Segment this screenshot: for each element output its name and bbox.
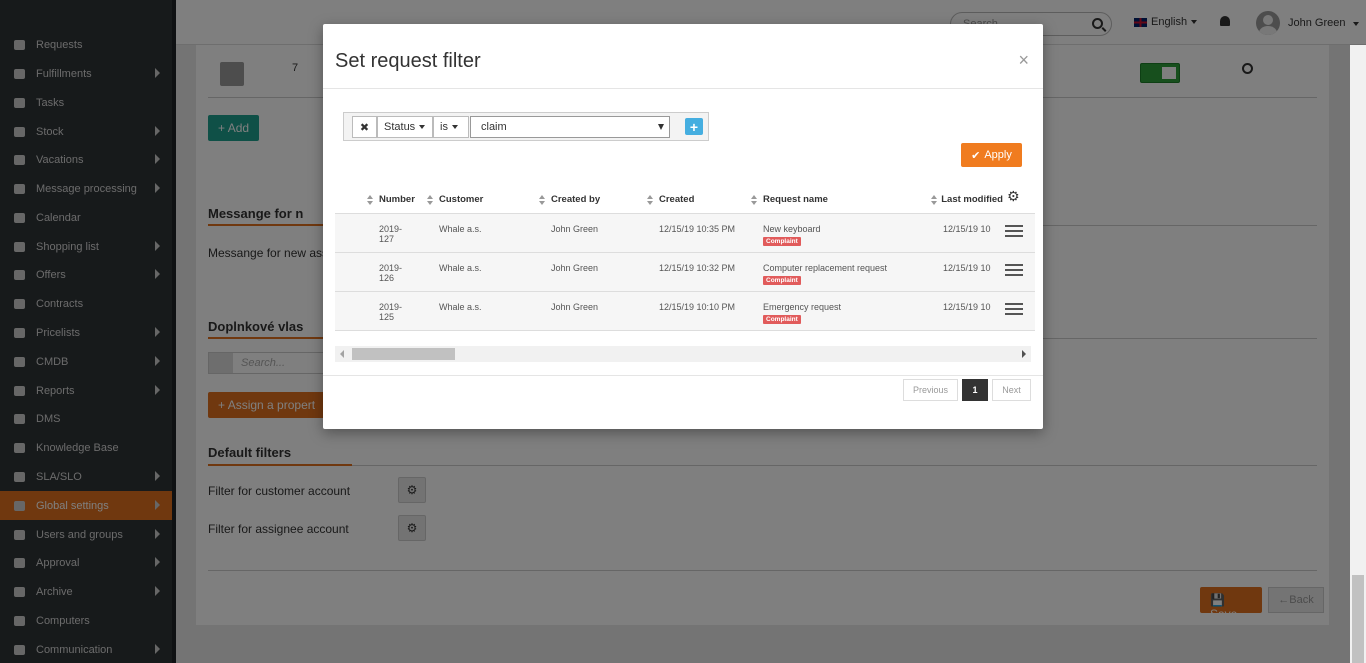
column-header-label: Number <box>379 194 415 205</box>
apply-button[interactable]: ✔ Apply <box>961 143 1022 167</box>
value-select-label: claim <box>481 121 507 133</box>
cell-number: 2019- 126 <box>379 263 402 283</box>
cell-created-by: John Green <box>551 263 599 273</box>
operator-dropdown-label: is <box>440 121 448 133</box>
scrollbar-thumb[interactable] <box>352 348 455 360</box>
cell-request-name: Emergency request Complaint <box>763 302 841 324</box>
column-header-created[interactable]: Created <box>647 194 694 205</box>
cell-last-modified: 12/15/19 10 <box>943 302 991 312</box>
chevron-down-icon <box>419 125 426 129</box>
row-menu-icon[interactable] <box>1005 264 1023 276</box>
cell-last-modified: 12/15/19 10 <box>943 263 991 273</box>
number-line: 2019- <box>379 224 403 234</box>
column-header-last-modified[interactable]: Last modified <box>931 194 1003 205</box>
column-settings-gear-icon[interactable]: ⚙ <box>1007 188 1020 205</box>
set-request-filter-modal: Set request filter × ✖ Status is claim +… <box>323 24 1043 429</box>
row-menu-icon[interactable] <box>1005 303 1023 315</box>
modal-title: Set request filter <box>335 50 481 72</box>
filter-condition-row: ✖ Status is claim <box>343 112 709 141</box>
scroll-left-icon[interactable] <box>340 350 344 358</box>
cell-customer: Whale a.s. <box>439 263 482 273</box>
row-menu-icon[interactable] <box>1005 225 1023 237</box>
number-line: 2019- <box>379 263 403 273</box>
field-dropdown-label: Status <box>384 121 416 133</box>
number-line: 125 <box>379 312 395 322</box>
modal-divider <box>323 88 1043 89</box>
column-header-customer[interactable]: Customer <box>427 194 483 205</box>
cell-number: 2019- 127 <box>379 224 402 244</box>
cell-request-name: New keyboard Complaint <box>763 224 821 246</box>
chevron-down-icon <box>658 124 664 130</box>
vertical-scrollbar[interactable] <box>1350 45 1366 663</box>
request-name: Computer replacement request <box>763 263 888 273</box>
chevron-down-icon <box>451 125 458 129</box>
apply-button-label: Apply <box>984 149 1012 161</box>
field-dropdown[interactable]: Status <box>377 116 433 138</box>
status-badge: Complaint <box>763 315 801 324</box>
cell-customer: Whale a.s. <box>439 224 482 234</box>
table-row[interactable]: 2019- 125 Whale a.s. John Green 12/15/19 … <box>335 292 1035 331</box>
column-header-label: Last modified <box>941 194 1003 205</box>
number-line: 126 <box>379 273 395 283</box>
column-header-label: Request name <box>763 194 828 205</box>
column-header-number[interactable]: Number <box>367 194 415 205</box>
number-line: 2019- <box>379 302 403 312</box>
column-header-created-by[interactable]: Created by <box>539 194 600 205</box>
cell-created-by: John Green <box>551 224 599 234</box>
cell-number: 2019- 125 <box>379 302 402 322</box>
table-row[interactable]: 2019- 126 Whale a.s. John Green 12/15/19 … <box>335 253 1035 292</box>
value-select[interactable]: claim <box>470 116 670 138</box>
column-header-label: Created <box>659 194 695 205</box>
cell-created: 12/15/19 10:35 PM <box>659 224 736 234</box>
cell-created: 12/15/19 10:10 PM <box>659 302 736 312</box>
operator-dropdown[interactable]: is <box>433 116 469 138</box>
scrollbar-thumb[interactable] <box>1352 575 1364 663</box>
horizontal-scrollbar[interactable] <box>335 346 1031 362</box>
number-line: 127 <box>379 234 395 244</box>
cell-request-name: Computer replacement request Complaint <box>763 263 887 285</box>
modal-footer-divider <box>323 375 1043 376</box>
column-header-label: Created by <box>551 194 601 205</box>
close-icon[interactable]: × <box>1018 50 1029 71</box>
pagination-previous[interactable]: Previous <box>903 379 958 401</box>
sort-icon <box>931 194 938 205</box>
cell-created: 12/15/19 10:32 PM <box>659 263 736 273</box>
status-badge: Complaint <box>763 237 801 246</box>
plus-icon: + <box>689 118 699 135</box>
cell-customer: Whale a.s. <box>439 302 482 312</box>
sort-icon <box>751 194 757 205</box>
cell-created-by: John Green <box>551 302 599 312</box>
sort-icon <box>647 194 653 205</box>
table-row[interactable]: 2019- 127 Whale a.s. John Green 12/15/19 … <box>335 214 1035 253</box>
status-badge: Complaint <box>763 276 801 285</box>
add-condition-button[interactable]: + <box>685 118 703 135</box>
column-header-label: Customer <box>439 194 484 205</box>
pagination-next[interactable]: Next <box>992 379 1031 401</box>
pagination-page-1[interactable]: 1 <box>962 379 988 401</box>
check-icon: ✔ <box>971 149 981 162</box>
sort-icon <box>427 194 433 205</box>
column-header-request-name[interactable]: Request name <box>751 194 828 205</box>
remove-condition-button[interactable]: ✖ <box>352 116 377 138</box>
request-name: Emergency request <box>763 302 842 312</box>
close-icon: ✖ <box>359 121 370 134</box>
sort-icon <box>367 194 373 205</box>
cell-last-modified: 12/15/19 10 <box>943 224 991 234</box>
scroll-right-icon[interactable] <box>1022 350 1026 358</box>
sort-icon <box>539 194 545 205</box>
request-name: New keyboard <box>763 224 821 234</box>
